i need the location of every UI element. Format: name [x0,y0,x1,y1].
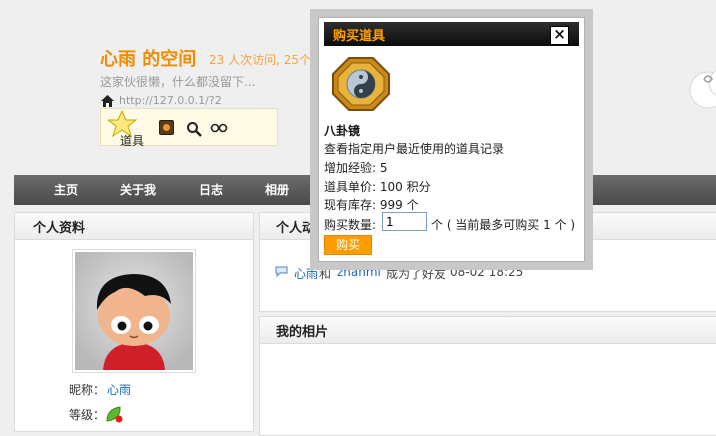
buy-button[interactable]: 购买 [324,235,372,255]
profile-panel-title: 个人资料 [33,221,86,236]
nav-item-blog[interactable]: 日志 [199,181,223,198]
quantity-label: 购买数量: [324,218,377,232]
avatar[interactable] [75,252,193,370]
cloud-decoration [689,70,716,109]
item-exp: 增加经验: 5 [324,161,388,175]
item-name: 八卦镜 [324,124,361,138]
nav-item-about[interactable]: 关于我 [120,181,156,198]
nickname-value[interactable]: 心雨 [107,381,131,398]
photos-panel-header [260,317,716,344]
tool-label[interactable]: 道具 [120,132,144,149]
dialog-title: 购买道具 [333,29,386,44]
speech-bubble-icon [275,266,288,277]
visit-stats: 23 人次访问, 25个 [209,53,311,67]
item-stock: 现有库存: 999 个 [324,198,419,212]
magnify-icon[interactable] [186,121,202,137]
item-price: 道具单价: 100 积分 [324,180,431,194]
close-button[interactable]: × [550,26,569,45]
space-title[interactable]: 心雨 的空间 [100,45,196,71]
bagua-mirror-icon [332,57,390,111]
space-description: 这家伙很懒，什么都没留下... [100,75,256,89]
nav-item-album[interactable]: 相册 [265,181,289,198]
leaf-level-icon [106,406,123,423]
quantity-input[interactable] [382,212,427,231]
item-description: 查看指定用户最近使用的道具记录 [324,142,505,156]
photos-panel-title: 我的相片 [276,325,329,340]
home-icon [101,95,114,107]
space-url[interactable]: http://127.0.0.1/?2 [119,94,222,107]
level-label: 等级： [69,408,106,422]
nav-item-home[interactable]: 主页 [54,181,78,198]
tool-item-icon[interactable] [159,120,174,135]
nickname-label: 昵称： [69,383,106,397]
glasses-icon[interactable] [210,121,228,135]
quantity-note: 个 ( 当前最多可购买 1 个 ) [431,218,576,232]
